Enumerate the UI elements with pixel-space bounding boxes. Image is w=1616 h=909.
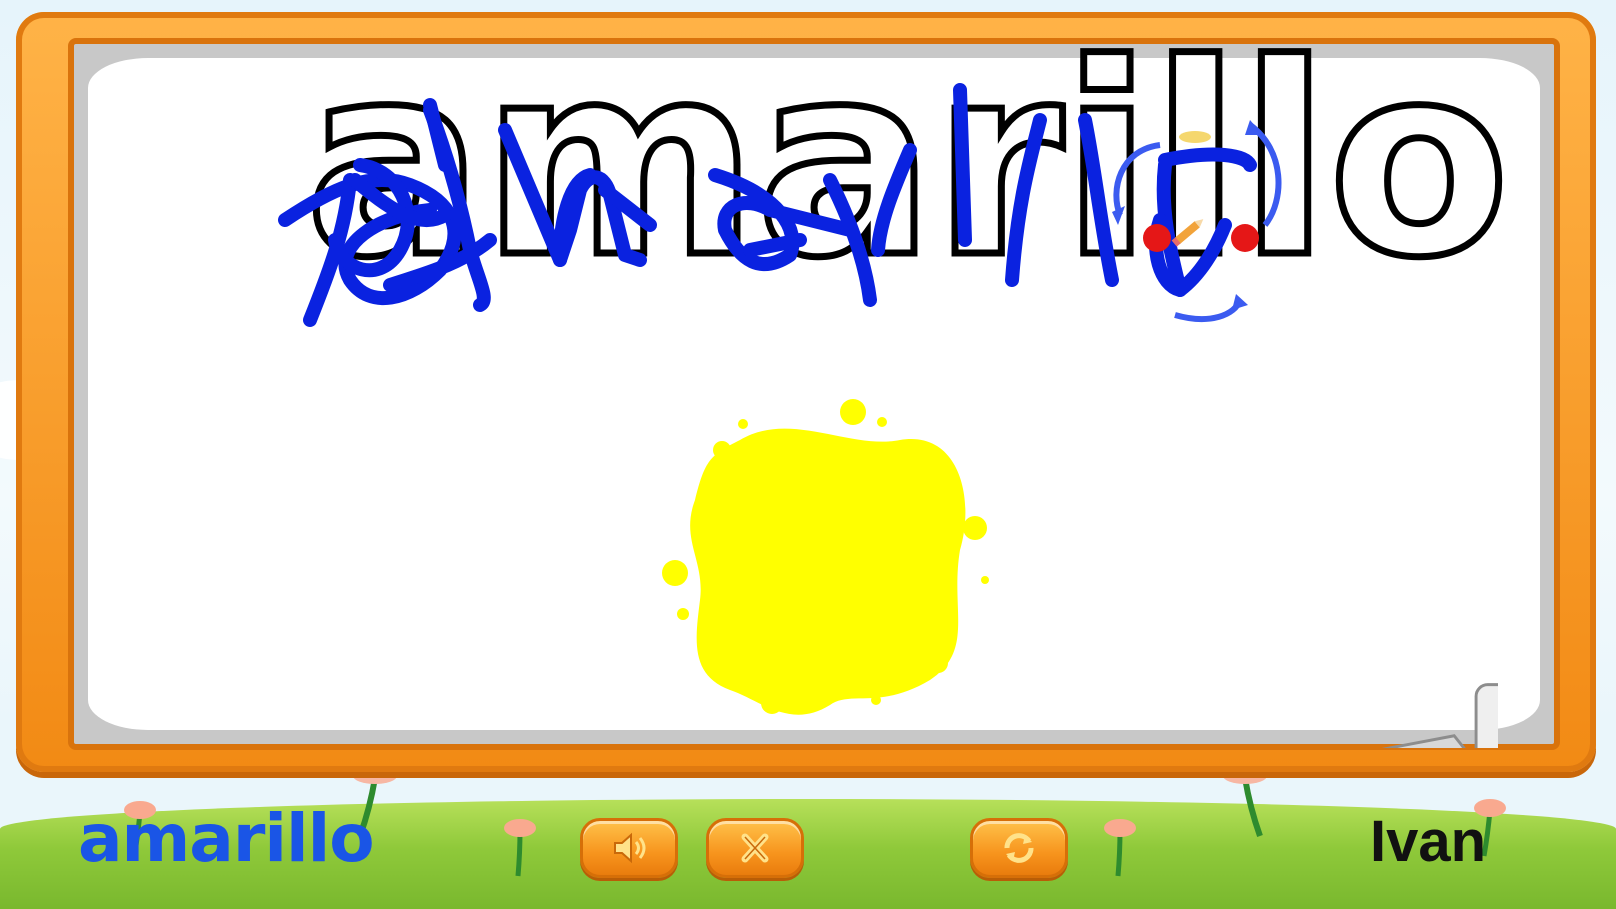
flower-decoration (1223, 768, 1267, 838)
flower-decoration (1104, 819, 1136, 877)
refresh-icon (1004, 833, 1034, 863)
chalk-eraser[interactable] (1308, 668, 1498, 748)
speaker-icon (614, 832, 646, 864)
close-x-icon (741, 833, 769, 863)
player-name: Ivan (1370, 809, 1487, 874)
restart-button[interactable] (970, 818, 1068, 878)
sound-button[interactable] (580, 818, 678, 878)
trace-word-outline: amarillo (302, 8, 1514, 316)
close-button[interactable] (706, 818, 804, 878)
color-word-label: amarillo (78, 800, 375, 877)
flower-decoration (504, 819, 536, 877)
